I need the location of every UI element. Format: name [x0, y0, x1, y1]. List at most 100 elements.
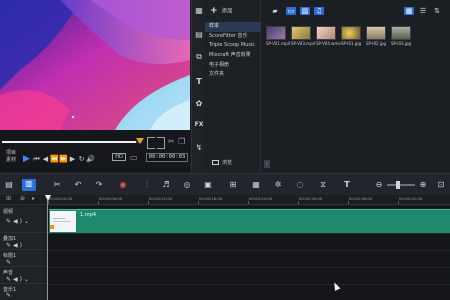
edit-icon[interactable]: ✎ [6, 242, 13, 249]
tools-icon[interactable]: ✂ [52, 180, 62, 190]
fit-project-icon[interactable]: ⊡ [436, 180, 446, 190]
browse-button[interactable]: 浏览 [212, 159, 232, 166]
lane-divider [48, 267, 450, 268]
library-media-panel: ▰ ▭ ▨ ♫ ▦ ☰ ⇅ SP-V01.mp4 SP-V03.mp4 SP-V… [262, 0, 450, 172]
fx-icon[interactable]: FX [194, 121, 204, 128]
thumbnail-image [391, 26, 411, 40]
title-icon[interactable]: T [194, 77, 204, 86]
zoom-slider-knob[interactable] [396, 181, 400, 189]
track-header-title[interactable]: 标题1 ✎ [0, 250, 48, 267]
track-header-music[interactable]: 音乐1 ✎ [0, 284, 48, 300]
media-icon[interactable]: ▦ [194, 6, 204, 15]
seek-bar[interactable] [2, 141, 142, 143]
scroll-left-button[interactable]: ‹ [264, 160, 270, 168]
audio-mix-icon[interactable]: ⫶ [142, 180, 152, 190]
stop-motion-icon[interactable]: ◌ [295, 180, 305, 190]
nav-item-sample[interactable]: 样本 [205, 22, 261, 32]
nav-item-mixcraft[interactable]: Mixcraft 声音效果 [205, 51, 261, 61]
loop-icon[interactable]: ↻ [77, 154, 86, 164]
edit-icon[interactable]: ✎ [6, 218, 13, 225]
seek-handle[interactable] [136, 138, 144, 144]
edit-icon[interactable]: ✎ [6, 276, 13, 283]
volume-icon[interactable]: 🔊 [86, 154, 95, 164]
media-item[interactable]: SP-V01.mp4 [266, 26, 290, 48]
nav-item-scorefitter[interactable]: ScoreFitter 音乐 [205, 32, 261, 42]
project-mode-label[interactable]: 项目 [6, 150, 16, 156]
media-item[interactable]: SP-V03.mp4 [291, 26, 315, 48]
mark-out-icon[interactable] [157, 137, 165, 149]
expand-icon[interactable]: ⌄ [24, 276, 31, 283]
play-icon[interactable]: ▶ [21, 154, 32, 164]
add-folder-button[interactable]: + 添加 [210, 6, 233, 16]
edit-icon[interactable]: ✎ [6, 292, 13, 299]
clip-mode-label[interactable]: 素材 [6, 157, 16, 163]
ruler-label: 00:00:18:00 [199, 196, 223, 201]
timecode-display[interactable]: 00:00:00:03 [146, 153, 188, 162]
graphic-icon[interactable]: ✿ [194, 99, 204, 108]
nav-item-folder[interactable]: 文件夹 [205, 70, 261, 80]
mark-in-icon[interactable] [147, 137, 155, 149]
media-item[interactable]: SP-V04.wmv [316, 26, 341, 48]
zoom-in-icon[interactable]: ⊕ [418, 180, 428, 190]
track-header-voice[interactable]: 声音 ✎◀)⌄ [0, 267, 48, 284]
preview-video[interactable] [0, 0, 190, 130]
photo-filter-icon[interactable]: ▨ [300, 7, 310, 15]
fast-forward-icon[interactable]: ▶ [68, 154, 77, 164]
audio-filter-icon[interactable]: ♫ [314, 7, 324, 15]
step-forward-icon[interactable]: ⏩ [59, 154, 68, 164]
mute-icon[interactable]: ◀) [13, 242, 24, 249]
prev-icon[interactable]: ⏮ [32, 154, 41, 164]
aspect-icon[interactable]: ▭ [130, 154, 138, 162]
multicam-icon[interactable]: ⊞ [228, 180, 238, 190]
track-name: 视频 [3, 209, 14, 215]
step-back-icon[interactable]: ⏪ [50, 154, 59, 164]
media-item[interactable]: SP-I01.jpg [341, 26, 361, 48]
lane-divider [48, 284, 450, 285]
timeline-ruler[interactable]: 00:00:00:00 00:00:06:00 00:00:12:00 00:0… [0, 195, 450, 205]
timeline-tracks[interactable]: 1.mp4 [48, 206, 450, 300]
rewind-icon[interactable]: ◀ [41, 154, 50, 164]
speed-icon[interactable]: ⧖ [318, 180, 328, 190]
mute-icon[interactable]: ◀) [13, 218, 24, 225]
redo-icon[interactable]: ↷ [94, 180, 104, 190]
mask-icon[interactable]: ✲ [273, 180, 283, 190]
track-controls: ✎◀)⌄ [6, 218, 31, 225]
media-item[interactable]: SP-I02.jpg [366, 26, 386, 48]
nav-item-triple-scoop[interactable]: Triple Scoop Music [205, 41, 261, 51]
track-manager-icon[interactable]: ⊞ [6, 196, 11, 202]
grid-view-icon[interactable]: ▦ [404, 7, 414, 15]
folder-icon[interactable]: ▰ [270, 7, 280, 15]
expand-icon[interactable]: ⌄ [24, 218, 31, 225]
ripple-edit-icon[interactable]: ▸ [32, 196, 35, 202]
video-clip[interactable]: 1.mp4 [49, 209, 450, 233]
media-item[interactable]: SP-I03.jpg [391, 26, 411, 48]
add-marker-icon[interactable]: ⊕ [20, 196, 25, 202]
track-controls: ✎ [6, 259, 13, 266]
video-filter-icon[interactable]: ▭ [286, 7, 296, 15]
storyboard-icon[interactable]: ▤ [4, 180, 14, 190]
hd-toggle[interactable]: HD [112, 153, 126, 161]
sort-icon[interactable]: ⇅ [432, 7, 442, 15]
track-headers: 视频 ✎◀)⌄ 叠加1 ✎◀) 标题1 ✎ 声音 ✎◀)⌄ 音乐1 ✎ [0, 206, 48, 300]
mute-icon[interactable]: ◀) [13, 276, 24, 283]
split-icon[interactable]: ✂ [168, 138, 175, 146]
motion-track-icon[interactable]: ◎ [182, 180, 192, 190]
auto-music-icon[interactable]: ♬ [161, 180, 171, 190]
path-icon[interactable]: ↯ [194, 143, 204, 152]
record-icon[interactable]: ◉ [118, 180, 128, 190]
transition-icon[interactable]: ⧉ [194, 52, 204, 62]
copy-icon[interactable]: ❐ [178, 138, 185, 146]
title-tool-icon[interactable]: T [342, 180, 352, 190]
track-header-video[interactable]: 视频 ✎◀)⌄ [0, 206, 48, 233]
list-view-icon[interactable]: ☰ [418, 7, 428, 15]
nav-item-album[interactable]: 电子相册 [205, 61, 261, 71]
instant-project-icon[interactable]: ▤ [194, 30, 204, 39]
edit-icon[interactable]: ✎ [6, 259, 13, 266]
subtitle-icon[interactable]: ▣ [203, 180, 213, 190]
undo-icon[interactable]: ↶ [73, 180, 83, 190]
timeline-icon[interactable]: ▥ [22, 179, 36, 191]
zoom-out-icon[interactable]: ⊖ [374, 180, 384, 190]
split-screen-icon[interactable]: ▦ [251, 180, 261, 190]
zoom-slider[interactable] [387, 184, 415, 186]
track-header-overlay[interactable]: 叠加1 ✎◀) [0, 233, 48, 250]
